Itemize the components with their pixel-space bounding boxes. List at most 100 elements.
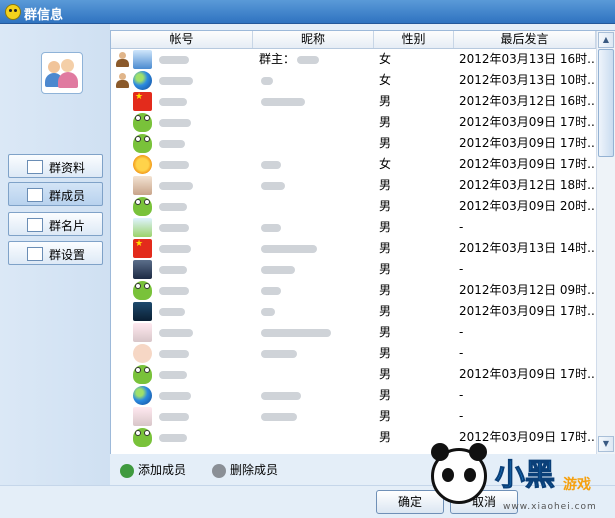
gender-cell: 男	[379, 346, 392, 360]
flag-icon	[133, 239, 152, 258]
nickname-cell	[259, 364, 374, 385]
frog-icon	[133, 428, 152, 447]
nickname-cell	[259, 301, 374, 322]
account-cell	[159, 70, 249, 91]
last-message-cell: -	[459, 388, 464, 402]
remove-user-icon	[212, 463, 226, 478]
panda-logo-icon	[431, 443, 487, 504]
table-row[interactable]: 男-	[111, 217, 596, 238]
nav-group-settings[interactable]: 群设置	[8, 241, 103, 265]
fish-icon	[133, 50, 152, 69]
nickname-cell	[259, 343, 374, 364]
dark-icon	[133, 260, 152, 279]
column-header-last-message[interactable]: 最后发言	[454, 31, 596, 48]
nickname-cell	[259, 322, 374, 343]
nav-label: 群设置	[49, 248, 86, 262]
table-row[interactable]: 男 2012年03月12日 09时...	[111, 280, 596, 301]
table-row[interactable]: 女 2012年03月13日 10时...	[111, 70, 596, 91]
window-title: 群信息	[24, 8, 64, 23]
gender-cell: 男	[379, 94, 392, 108]
add-member-label: 添加成员	[138, 463, 187, 477]
gender-cell: 男	[379, 367, 392, 381]
member-list[interactable]: 帐号 昵称 性别 最后发言 群主： 女 2012年03月13日 16时... 女 201…	[110, 30, 615, 454]
table-row[interactable]: 男-	[111, 406, 596, 427]
table-row[interactable]: 男 2012年03月12日 18时...	[111, 175, 596, 196]
last-message-cell: -	[459, 220, 464, 234]
frog-icon	[133, 134, 152, 153]
scroll-thumb[interactable]	[598, 49, 614, 157]
gender-cell: 男	[379, 304, 392, 318]
nav-group-members[interactable]: 群成员	[8, 182, 103, 206]
gender-cell: 男	[379, 241, 392, 255]
remove-member-button[interactable]: 删除成员	[212, 461, 278, 479]
remove-member-label: 删除成员	[230, 463, 279, 477]
last-message-cell: 2012年03月09日 20时...	[459, 199, 594, 213]
account-cell	[159, 406, 249, 427]
table-row[interactable]: 男 2012年03月09日 17时...	[111, 133, 596, 154]
scroll-up-arrow-icon[interactable]: ▲	[598, 32, 614, 48]
frog-icon	[133, 113, 152, 132]
gender-cell: 女	[379, 157, 392, 171]
column-header-account[interactable]: 帐号	[111, 31, 253, 48]
frog-icon	[133, 365, 152, 384]
last-message-cell: 2012年03月09日 17时...	[459, 157, 594, 171]
last-message-cell: 2012年03月09日 17时...	[459, 115, 594, 129]
nickname-cell	[259, 112, 374, 133]
table-row[interactable]: 男 2012年03月09日 17时...	[111, 112, 596, 133]
baby-icon	[133, 344, 152, 363]
account-cell	[159, 112, 249, 133]
nav-group-profile[interactable]: 群资料	[8, 154, 103, 178]
table-row[interactable]: 男-	[111, 259, 596, 280]
nickname-cell	[259, 238, 374, 259]
table-row[interactable]: 男 2012年03月09日 17时...	[111, 301, 596, 322]
table-row[interactable]: 男-	[111, 322, 596, 343]
account-cell	[159, 259, 249, 280]
table-row[interactable]: 群主： 女 2012年03月13日 16时...	[111, 49, 596, 70]
settings-icon	[27, 247, 43, 261]
account-cell	[159, 133, 249, 154]
last-message-cell: 2012年03月13日 14时...	[459, 241, 594, 255]
watermark-brand: 小黑	[495, 458, 556, 494]
nav-group-card[interactable]: 群名片	[8, 212, 103, 236]
table-row[interactable]: 男 2012年03月12日 16时...	[111, 91, 596, 112]
last-message-cell: 2012年03月09日 17时...	[459, 367, 594, 381]
frog-icon	[133, 281, 152, 300]
nickname-cell: 群主：	[259, 49, 374, 70]
gender-cell: 男	[379, 388, 392, 402]
profile-card-icon	[27, 160, 43, 174]
last-message-cell: 2012年03月12日 09时...	[459, 283, 594, 297]
nickname-cell	[259, 175, 374, 196]
add-user-icon	[120, 463, 134, 478]
name-card-icon	[27, 218, 43, 232]
group-avatar-icon	[41, 52, 83, 94]
table-row[interactable]: 女 2012年03月09日 17时...	[111, 154, 596, 175]
column-header-gender[interactable]: 性别	[374, 31, 454, 48]
account-cell	[159, 301, 249, 322]
members-icon	[27, 188, 43, 202]
last-message-cell: 2012年03月12日 16时...	[459, 94, 594, 108]
table-row[interactable]: 男 2012年03月13日 14时...	[111, 238, 596, 259]
last-message-cell: 2012年03月09日 17时...	[459, 304, 594, 318]
gender-cell: 男	[379, 262, 392, 276]
add-member-button[interactable]: 添加成员	[120, 461, 186, 479]
person-icon	[133, 176, 152, 195]
nickname-cell	[259, 427, 374, 448]
nickname-cell	[259, 70, 374, 91]
gender-cell: 男	[379, 178, 392, 192]
gender-cell: 女	[379, 73, 392, 87]
gender-cell: 男	[379, 325, 392, 339]
frog-icon	[133, 197, 152, 216]
table-row[interactable]: 男-	[111, 385, 596, 406]
title-bar[interactable]: 群信息	[0, 0, 615, 24]
nickname-cell	[259, 259, 374, 280]
account-cell	[159, 217, 249, 238]
xiaohei-watermark: 小黑 游戏 www.xiaohei.com	[425, 440, 613, 517]
last-message-cell: 2012年03月09日 17时...	[459, 136, 594, 150]
account-cell	[159, 343, 249, 364]
column-header-nickname[interactable]: 昵称	[253, 31, 374, 48]
table-row[interactable]: 男 2012年03月09日 20时...	[111, 196, 596, 217]
table-row[interactable]: 男 2012年03月09日 17时...	[111, 364, 596, 385]
vertical-scrollbar[interactable]: ▲ ▼	[596, 31, 615, 454]
table-row[interactable]: 男-	[111, 343, 596, 364]
nav-label: 群成员	[49, 189, 86, 203]
